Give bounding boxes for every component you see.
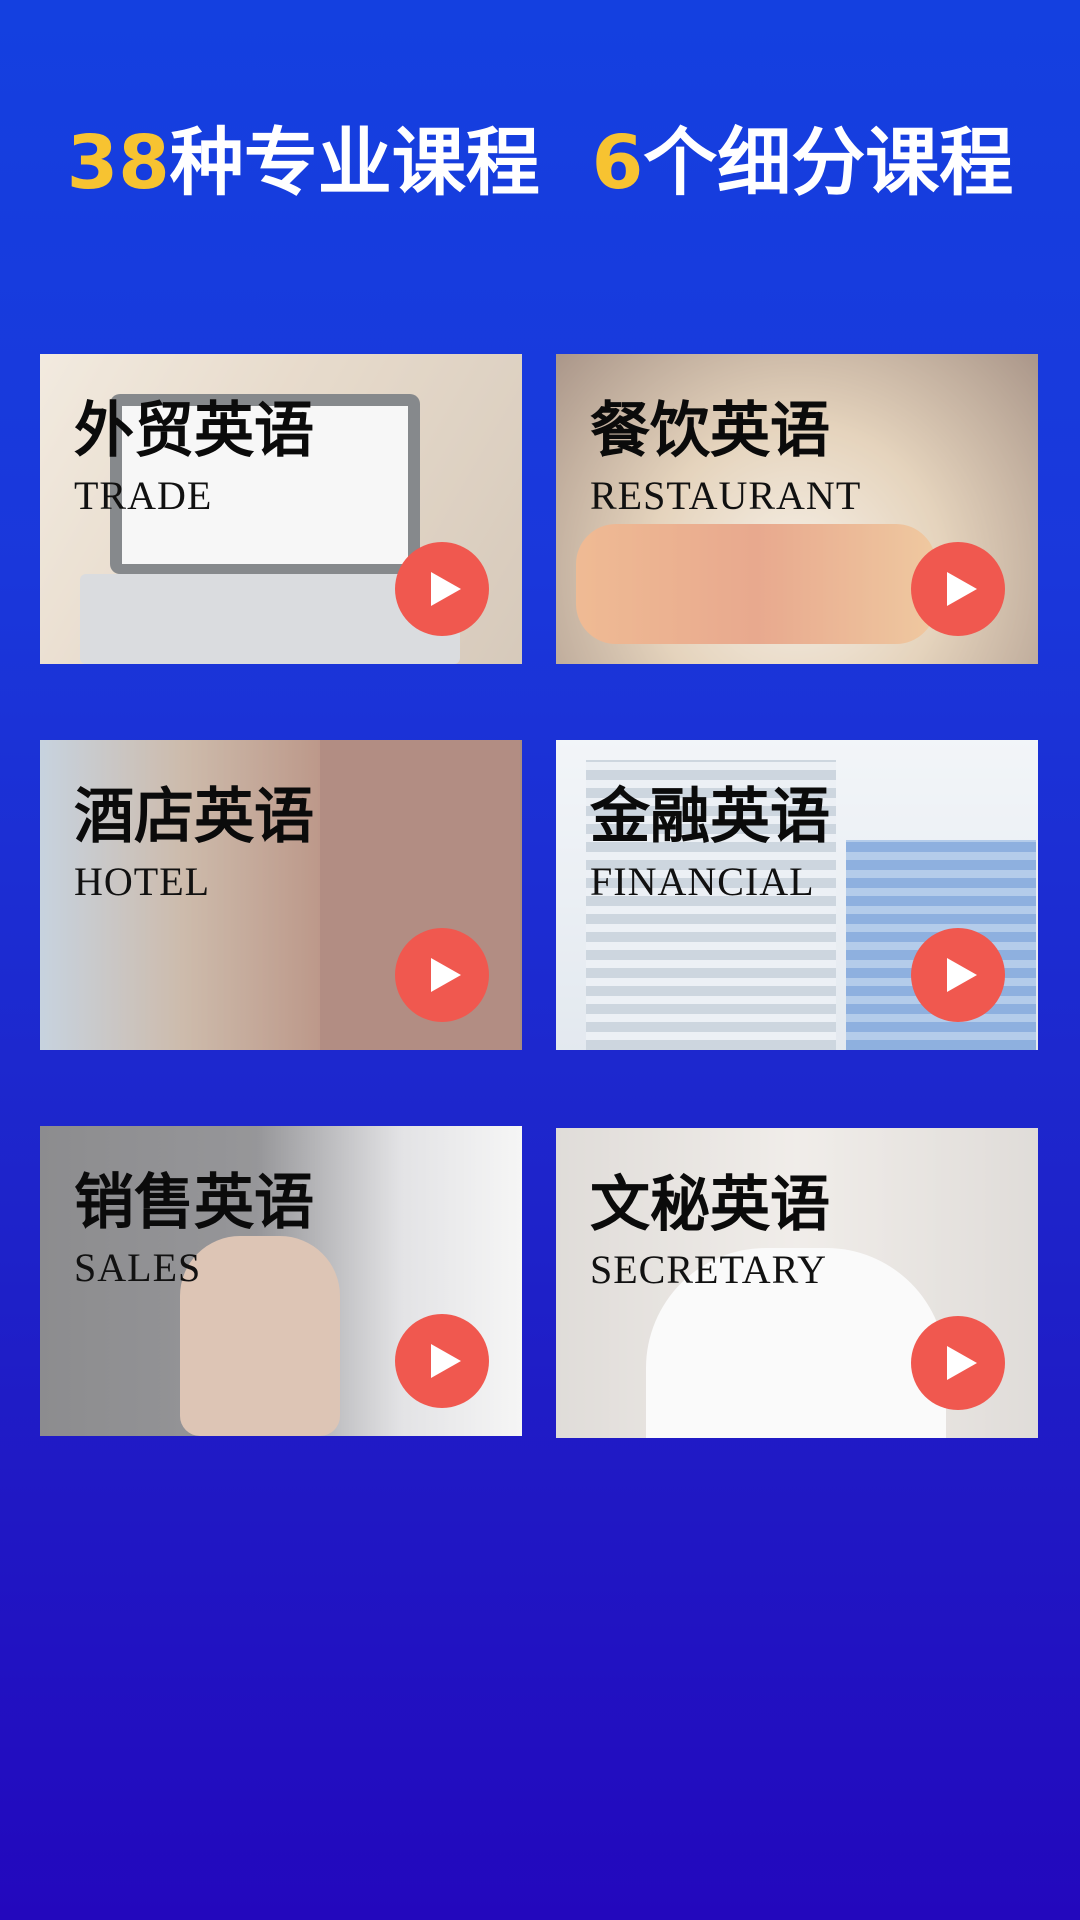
course-title-en: SECRETARY xyxy=(590,1247,827,1292)
play-icon xyxy=(947,1346,977,1380)
course-title-en: SALES xyxy=(74,1245,202,1290)
course-card-trade[interactable]: 外贸英语 TRADE xyxy=(40,354,522,664)
course-title-zh: 金融英语 xyxy=(590,782,830,852)
course-title-en: TRADE xyxy=(74,473,213,518)
course-title-en: RESTAURANT xyxy=(590,473,862,518)
course-title-zh: 酒店英语 xyxy=(74,782,314,852)
course-title-en: HOTEL xyxy=(74,859,211,904)
headline: 38种专业课程 6个细分课程 xyxy=(0,118,1080,208)
course-title-zh: 外贸英语 xyxy=(74,396,314,466)
headline-number-2: 6 xyxy=(591,120,644,206)
headline-text-1: 种专业课程 xyxy=(169,120,540,206)
play-button[interactable] xyxy=(911,542,1005,636)
course-card-hotel[interactable]: 酒店英语 HOTEL xyxy=(40,740,522,1050)
course-card-restaurant[interactable]: 餐饮英语 RESTAURANT xyxy=(556,354,1038,664)
play-icon xyxy=(947,572,977,606)
play-button[interactable] xyxy=(395,542,489,636)
play-button[interactable] xyxy=(395,1314,489,1408)
course-title-zh: 文秘英语 xyxy=(590,1170,830,1240)
course-title-zh: 餐饮英语 xyxy=(590,396,830,466)
course-card-sales[interactable]: 销售英语 SALES xyxy=(40,1126,522,1436)
play-button[interactable] xyxy=(911,928,1005,1022)
headline-number-1: 38 xyxy=(66,120,170,206)
headline-text-2: 个细分课程 xyxy=(643,120,1014,206)
play-icon xyxy=(431,1344,461,1378)
play-button[interactable] xyxy=(911,1316,1005,1410)
play-icon xyxy=(947,958,977,992)
course-title-en: FINANCIAL xyxy=(590,859,815,904)
course-card-secretary[interactable]: 文秘英语 SECRETARY xyxy=(556,1128,1038,1438)
play-button[interactable] xyxy=(395,928,489,1022)
play-icon xyxy=(431,958,461,992)
course-title-zh: 销售英语 xyxy=(74,1168,314,1238)
course-card-financial[interactable]: 金融英语 FINANCIAL xyxy=(556,740,1038,1050)
play-icon xyxy=(431,572,461,606)
